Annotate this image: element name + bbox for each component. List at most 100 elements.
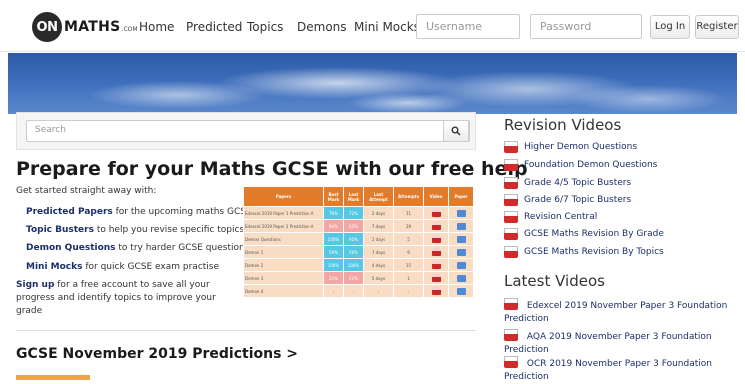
revision-link-label: Grade 6/7 Topic Busters xyxy=(524,195,632,205)
divider xyxy=(16,330,476,331)
predictions-section-title[interactable]: GCSE November 2019 Predictions > xyxy=(16,346,298,362)
paper-link-cell[interactable] xyxy=(448,284,474,298)
best-mark-cell: 76% xyxy=(323,206,344,220)
paper-icon[interactable] xyxy=(456,222,466,230)
search-button[interactable] xyxy=(443,120,469,142)
last-mark-cell: 22% xyxy=(343,271,364,285)
best-mark-cell: 94% xyxy=(323,219,344,233)
youtube-icon[interactable] xyxy=(431,248,441,256)
revision-link[interactable]: GCSE Maths Revision By Topics xyxy=(504,246,664,258)
revision-link-label: GCSE Maths Revision By Grade xyxy=(524,229,664,239)
table-row[interactable]: Demon 3 22% 22% 5 days 1 xyxy=(243,271,474,285)
table-row[interactable]: Demon Questions 100% 91% 2 days 5 xyxy=(243,232,474,246)
paper-link-cell[interactable] xyxy=(448,271,474,285)
video-cell[interactable] xyxy=(423,245,449,259)
revision-link-label: Revision Central xyxy=(524,212,598,222)
best-mark-cell: - xyxy=(323,284,344,298)
nav-home[interactable]: Home xyxy=(139,20,174,34)
nav-mini-mocks[interactable]: Mini Mocks xyxy=(354,20,420,34)
youtube-icon[interactable] xyxy=(431,261,441,269)
nav-demons[interactable]: Demons xyxy=(297,20,347,34)
video-cell[interactable] xyxy=(423,258,449,272)
last-attempt-cell: 7 days xyxy=(363,245,394,259)
register-button[interactable]: Register xyxy=(695,15,739,39)
video-cell[interactable] xyxy=(423,284,449,298)
revision-link[interactable]: Revision Central xyxy=(504,211,597,223)
revision-link[interactable]: Grade 6/7 Topic Busters xyxy=(504,194,631,206)
table-row[interactable]: Demon 1 59% 50% 7 days 9 xyxy=(243,245,474,259)
youtube-icon[interactable] xyxy=(431,287,441,295)
youtube-icon xyxy=(504,159,518,171)
paper-cell[interactable]: Demon 2 xyxy=(243,258,324,272)
best-mark-cell: 100% xyxy=(323,258,344,272)
youtube-icon xyxy=(504,228,518,240)
paper-link-cell[interactable] xyxy=(448,206,474,220)
video-cell[interactable] xyxy=(423,206,449,220)
video-cell[interactable] xyxy=(423,232,449,246)
sky-banner xyxy=(8,53,737,114)
nav-predicted[interactable]: Predicted xyxy=(186,20,242,34)
youtube-icon[interactable] xyxy=(431,235,441,243)
revision-link[interactable]: Foundation Demon Questions xyxy=(504,159,657,171)
feature-link[interactable]: Demon Questions xyxy=(26,243,116,253)
youtube-icon[interactable] xyxy=(431,209,441,217)
column-header: Last Mark xyxy=(343,186,364,207)
paper-icon[interactable] xyxy=(456,287,466,295)
feature-text: to try harder GCSE questions xyxy=(115,243,250,253)
latest-video-link[interactable]: AQA 2019 November Paper 3 Foundation Pre… xyxy=(504,329,734,357)
video-cell[interactable] xyxy=(423,219,449,233)
search-input[interactable]: Search xyxy=(26,120,470,142)
paper-link-cell[interactable] xyxy=(448,258,474,272)
paper-cell[interactable]: Edexcel 2019 Paper 1 Prediction A xyxy=(243,206,324,220)
nav-topics[interactable]: Topics xyxy=(247,20,283,34)
paper-link-cell[interactable] xyxy=(448,232,474,246)
password-field[interactable]: Password xyxy=(530,14,642,39)
search-icon xyxy=(451,126,461,136)
paper-cell[interactable]: Demon Questions xyxy=(243,232,324,246)
feature-text: for quick GCSE exam practise xyxy=(82,262,220,272)
youtube-icon xyxy=(504,329,518,341)
attempts-cell: 29 xyxy=(393,219,424,233)
youtube-icon[interactable] xyxy=(431,222,441,230)
revision-link[interactable]: Higher Demon Questions xyxy=(504,141,637,153)
paper-link-cell[interactable] xyxy=(448,219,474,233)
paper-icon[interactable] xyxy=(456,235,466,243)
video-cell[interactable] xyxy=(423,271,449,285)
feature-link[interactable]: Topic Busters xyxy=(26,225,94,235)
paper-cell[interactable]: Demon 1 xyxy=(243,245,324,259)
revision-link[interactable]: Grade 4/5 Topic Busters xyxy=(504,177,631,189)
table-row[interactable]: Edexcel 2019 Paper 1 Prediction A 76% 72… xyxy=(243,206,474,220)
paper-link-cell[interactable] xyxy=(448,245,474,259)
feature-topic-busters: Topic Busters to help you revise specifi… xyxy=(26,225,244,235)
column-header: Best Mark xyxy=(323,186,344,207)
username-field[interactable]: Username xyxy=(416,14,520,39)
table-row[interactable]: Demon 2 100% 100% 4 days 15 xyxy=(243,258,474,272)
paper-cell[interactable]: Demon 4 xyxy=(243,284,324,298)
search-placeholder: Search xyxy=(35,125,66,135)
paper-icon[interactable] xyxy=(456,209,466,217)
table-row[interactable]: Edexcel 2019 Paper 2 Prediction A 94% 63… xyxy=(243,219,474,233)
table-row[interactable]: Demon 4 - - - - xyxy=(243,284,474,298)
feature-text: for the upcoming maths GCSE xyxy=(112,207,252,217)
paper-icon[interactable] xyxy=(456,261,466,269)
youtube-icon[interactable] xyxy=(431,274,441,282)
last-attempt-cell: 2 days xyxy=(363,206,394,220)
login-button[interactable]: Log In xyxy=(650,15,690,39)
attempts-cell: 11 xyxy=(393,206,424,220)
latest-video-label: OCR 2019 November Paper 3 Foundation Pre… xyxy=(504,359,712,382)
attempts-cell: 9 xyxy=(393,245,424,259)
paper-cell[interactable]: Edexcel 2019 Paper 2 Prediction A xyxy=(243,219,324,233)
feature-link[interactable]: Predicted Papers xyxy=(26,207,113,217)
revision-link[interactable]: GCSE Maths Revision By Grade xyxy=(504,228,664,240)
paper-cell[interactable]: Demon 3 xyxy=(243,271,324,285)
latest-video-label: Edexcel 2019 November Paper 3 Foundation… xyxy=(504,301,728,324)
table-header-row: Papers Best Mark Last Mark Last Attempt … xyxy=(243,186,474,207)
paper-icon[interactable] xyxy=(456,274,466,282)
youtube-icon xyxy=(504,177,518,189)
signup-link[interactable]: Sign up xyxy=(16,280,54,290)
last-attempt-cell: 5 days xyxy=(363,271,394,285)
paper-icon[interactable] xyxy=(456,248,466,256)
feature-link[interactable]: Mini Mocks xyxy=(26,262,82,272)
latest-video-link[interactable]: Edexcel 2019 November Paper 3 Foundation… xyxy=(504,298,734,326)
site-logo[interactable]: ON MATHS .COM xyxy=(32,12,138,42)
